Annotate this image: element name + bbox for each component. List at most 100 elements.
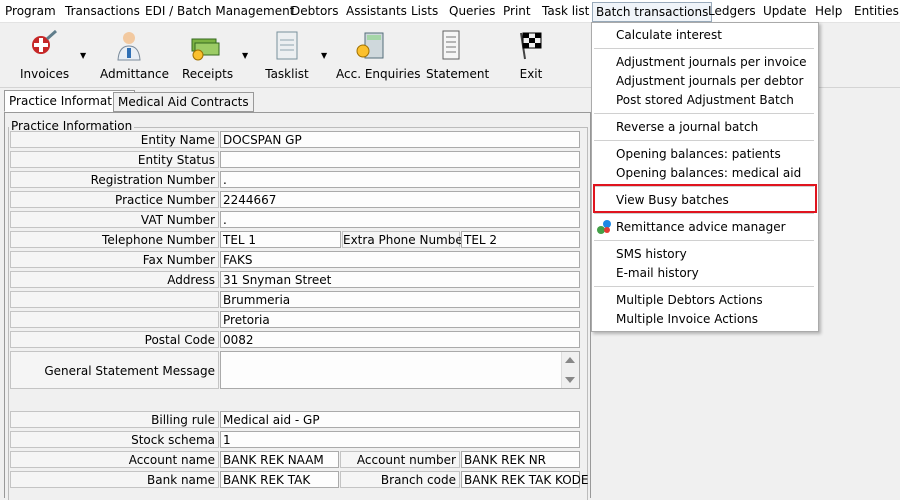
tasklist-button[interactable]: Tasklist [264,29,310,81]
receipts-label: Receipts [182,67,234,81]
bank-name-label: Bank name [10,471,219,488]
acc-enquiries-button[interactable]: Acc. Enquiries [336,29,421,81]
menu-batch-transactions[interactable]: Batch transactions [592,2,713,22]
menu-item-multiple-invoice-actions[interactable]: Multiple Invoice Actions [616,312,758,326]
money-icon [189,29,221,61]
statement-label: Statement [426,67,490,81]
menu-help[interactable]: Help [815,4,842,18]
menu-item-adjustment-journals-debtor[interactable]: Adjustment journals per debtor [616,74,803,88]
fax-number-field[interactable]: FAKS [220,251,580,268]
entity-status-field[interactable] [220,151,580,168]
exit-label: Exit [519,67,543,81]
menu-item-opening-balances-patients[interactable]: Opening balances: patients [616,147,781,161]
scroll-down-icon[interactable] [565,377,575,383]
menu-update[interactable]: Update [763,4,806,18]
statement-icon [435,29,467,61]
acc-enquiries-label: Acc. Enquiries [336,67,421,81]
menu-item-multiple-debtors-actions[interactable]: Multiple Debtors Actions [616,293,763,307]
menu-separator [594,113,814,114]
menu-separator [594,286,814,287]
menu-separator [594,213,814,214]
batch-transactions-menu: Calculate interest Adjustment journals p… [591,22,819,332]
calculator-icon [355,29,387,61]
extra-phone-number-field[interactable]: TEL 2 [461,231,580,248]
stock-schema-label: Stock schema [10,431,219,448]
address-line-2-spacer [10,291,219,308]
practice-number-field[interactable]: 2244667 [220,191,580,208]
admittance-label: Admittance [100,67,169,81]
menu-edi-batch-management[interactable]: EDI / Batch Management [145,4,294,18]
menu-program[interactable]: Program [5,4,56,18]
invoices-dropdown-arrow[interactable]: ▼ [80,51,86,60]
extra-phone-number-label: Extra Phone Number [342,231,468,248]
branch-code-field[interactable]: BANK REK TAK KODE [461,471,588,488]
account-number-label: Account number [340,451,460,468]
entity-name-field[interactable]: DOCSPAN GP [220,131,580,148]
message-scrollbar[interactable] [561,352,579,388]
menu-debtors[interactable]: Debtors [291,4,338,18]
practice-number-label: Practice Number [10,191,219,208]
registration-number-field[interactable]: . [220,171,580,188]
menu-item-calculate-interest[interactable]: Calculate interest [616,28,722,42]
scroll-up-icon[interactable] [565,357,575,363]
invoices-label: Invoices [20,67,70,81]
menu-item-adjustment-journals-invoice[interactable]: Adjustment journals per invoice [616,55,807,69]
menu-queries[interactable]: Queries [449,4,495,18]
checkered-flag-icon [515,29,547,61]
menu-task-list[interactable]: Task list [542,4,589,18]
highlight-box [593,184,817,213]
address-line-3-spacer [10,311,219,328]
entity-name-label: Entity Name [10,131,219,148]
telephone-number-field[interactable]: TEL 1 [220,231,341,248]
general-statement-message-field[interactable] [220,351,580,389]
registration-number-label: Registration Number [10,171,219,188]
menu-lists[interactable]: Lists [411,4,438,18]
doctor-icon [113,29,145,61]
menu-item-remittance-advice-manager[interactable]: Remittance advice manager [616,220,786,234]
menu-transactions[interactable]: Transactions [65,4,140,18]
address-line-2-field[interactable]: Brummeria [220,291,580,308]
stock-schema-field[interactable]: 1 [220,431,580,448]
postal-code-label: Postal Code [10,331,219,348]
menu-entities[interactable]: Entities [854,4,899,18]
postal-code-field[interactable]: 0082 [220,331,580,348]
bank-name-field[interactable]: BANK REK TAK [220,471,339,488]
menu-item-reverse-journal-batch[interactable]: Reverse a journal batch [616,120,758,134]
menu-print[interactable]: Print [503,4,531,18]
tab-medical-aid-contracts[interactable]: Medical Aid Contracts [113,92,254,112]
account-name-field[interactable]: BANK REK NAAM [220,451,339,468]
billing-rule-field[interactable]: Medical aid - GP [220,411,580,428]
fax-number-label: Fax Number [10,251,219,268]
invoices-button[interactable]: Invoices [20,29,70,81]
statement-button[interactable]: Statement [426,29,490,81]
general-statement-message-label: General Statement Message [10,351,219,389]
menu-assistants[interactable]: Assistants [346,4,407,18]
tasklist-label: Tasklist [265,67,309,81]
menu-separator [594,48,814,49]
menu-item-post-stored-adjustment-batch[interactable]: Post stored Adjustment Batch [616,93,794,107]
menu-separator [594,240,814,241]
receipts-dropdown-arrow[interactable]: ▼ [242,51,248,60]
billing-rule-label: Billing rule [10,411,219,428]
menu-ledgers[interactable]: Ledgers [708,4,756,18]
menu-item-email-history[interactable]: E-mail history [616,266,699,280]
entity-status-label: Entity Status [10,151,219,168]
menu-separator [594,140,814,141]
account-number-field[interactable]: BANK REK NR [461,451,580,468]
receipts-button[interactable]: Receipts [182,29,234,81]
syringe-icon [27,29,59,61]
vat-number-field[interactable]: . [220,211,580,228]
address-label: Address [10,271,219,288]
exit-button[interactable]: Exit [514,29,548,81]
menu-bar: Program Transactions EDI / Batch Managem… [0,0,900,23]
address-line-1-field[interactable]: 31 Snyman Street [220,271,580,288]
account-name-label: Account name [10,451,219,468]
admittance-button[interactable]: Admittance [100,29,169,81]
task-icon [271,29,303,61]
telephone-number-label: Telephone Number [10,231,219,248]
branch-code-label: Branch code [340,471,460,488]
tasklist-dropdown-arrow[interactable]: ▼ [321,51,327,60]
menu-item-opening-balances-medical-aid[interactable]: Opening balances: medical aid [616,166,801,180]
address-line-3-field[interactable]: Pretoria [220,311,580,328]
menu-item-sms-history[interactable]: SMS history [616,247,687,261]
